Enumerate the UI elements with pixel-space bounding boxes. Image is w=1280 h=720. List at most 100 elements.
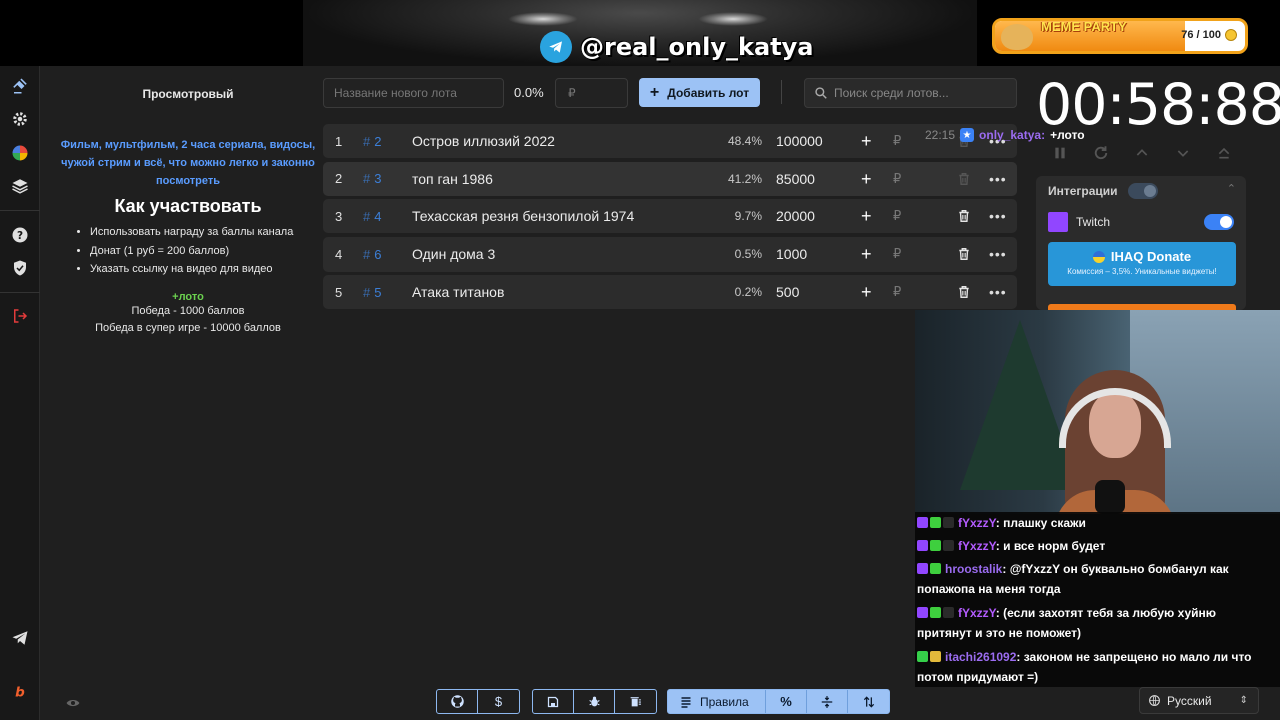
- lot-index: 1: [335, 133, 343, 149]
- coin-icon: [1225, 29, 1237, 41]
- add-amount-icon[interactable]: +: [861, 207, 872, 225]
- ruble-icon[interactable]: ₽: [893, 133, 901, 149]
- lot-name[interactable]: Один дома 3: [412, 246, 495, 262]
- lot-name[interactable]: Атака титанов: [412, 284, 504, 300]
- search-input[interactable]: [834, 86, 1014, 100]
- microphone: [1095, 480, 1125, 514]
- chat-username[interactable]: fYxzzY: [958, 516, 996, 530]
- prize-text: Победа - 1000 баллов: [131, 304, 245, 317]
- lot-amount[interactable]: 85000: [776, 171, 815, 187]
- layers-icon[interactable]: [8, 174, 32, 198]
- lot-index: 2: [335, 171, 343, 186]
- shield-icon[interactable]: [8, 256, 32, 280]
- new-lot-amount-input[interactable]: [555, 78, 628, 108]
- new-lot-name-input[interactable]: [323, 78, 504, 108]
- pause-icon[interactable]: [1051, 144, 1069, 162]
- lot-id[interactable]: #2: [363, 134, 381, 149]
- lot-row[interactable]: 3 #4 Техасская резня бензопилой 1974 9.7% 20…: [323, 199, 1017, 233]
- more-icon[interactable]: •••: [989, 246, 1007, 262]
- chevron-up-icon[interactable]: [1133, 144, 1151, 162]
- more-icon[interactable]: •••: [989, 208, 1007, 224]
- language-select[interactable]: Русский ⇕: [1139, 687, 1259, 714]
- add-amount-icon[interactable]: +: [861, 283, 872, 301]
- rules-list-item: Использовать награду за баллы канала: [90, 223, 316, 242]
- lot-row[interactable]: 2 #3 топ ган 1986 41.2% 85000 + ₽ •••: [323, 161, 1017, 196]
- lot-amount[interactable]: 100000: [776, 133, 823, 149]
- clear-all-icon[interactable]: [615, 690, 656, 713]
- bug-icon[interactable]: [574, 690, 615, 713]
- compact-icon[interactable]: [807, 690, 848, 713]
- add-amount-icon[interactable]: +: [861, 132, 872, 150]
- ruble-icon[interactable]: ₽: [893, 284, 901, 300]
- lot-name[interactable]: Техасская резня бензопилой 1974: [412, 208, 634, 224]
- plus-icon: +: [649, 83, 660, 101]
- lot-index: 4: [335, 246, 343, 262]
- trash-icon[interactable]: [957, 171, 971, 187]
- list-icon: [681, 696, 691, 708]
- chat-username[interactable]: itachi261092: [945, 650, 1016, 664]
- lot-row[interactable]: 4 #6 Один дома 3 0.5% 1000 + ₽ •••: [323, 236, 1017, 272]
- chat-command: +лото: [172, 290, 204, 303]
- double-chevron-up-icon[interactable]: [1215, 144, 1233, 162]
- lot-amount[interactable]: 20000: [776, 208, 815, 224]
- chat-username[interactable]: fYxzzY: [958, 606, 996, 620]
- auction-info-panel: Просмотровый Фильм, мультфильм, 2 часа с…: [60, 66, 316, 338]
- trash-icon[interactable]: [957, 284, 971, 300]
- lot-row[interactable]: 5 #5 Атака титанов 0.2% 500 + ₽ •••: [323, 275, 1017, 309]
- lot-amount[interactable]: 500: [776, 284, 799, 300]
- chevron-down-icon[interactable]: [1174, 144, 1192, 162]
- christmas-tree: [960, 320, 1080, 490]
- sort-icon[interactable]: [848, 690, 889, 713]
- logout-icon[interactable]: [8, 304, 32, 328]
- gear-icon[interactable]: [8, 107, 32, 131]
- lot-id[interactable]: #6: [363, 247, 381, 262]
- restart-icon[interactable]: [1092, 144, 1110, 162]
- help-icon[interactable]: ?: [8, 223, 32, 247]
- ruble-icon[interactable]: ₽: [893, 171, 901, 187]
- percent-icon[interactable]: %: [766, 690, 807, 713]
- integrations-title: Интеграции: [1048, 184, 1118, 198]
- lot-search[interactable]: [804, 78, 1017, 108]
- new-lot-percent: 0.0%: [514, 85, 544, 100]
- eye-icon[interactable]: [66, 697, 80, 709]
- save-icon[interactable]: [533, 690, 574, 713]
- dollar-icon[interactable]: $: [478, 690, 519, 713]
- twitch-toggle[interactable]: [1204, 214, 1234, 230]
- lot-name[interactable]: топ ган 1986: [412, 171, 493, 187]
- view-group: Правила %: [667, 689, 890, 714]
- add-lot-button[interactable]: + Добавить лот: [639, 78, 760, 107]
- chat-message: fYxzzY: (если захотят тебя за любую хуйн…: [917, 604, 1267, 643]
- lot-id[interactable]: #5: [363, 285, 381, 300]
- trash-icon[interactable]: [957, 208, 971, 224]
- chat-username[interactable]: fYxzzY: [958, 539, 996, 553]
- ruble-icon[interactable]: ₽: [893, 246, 901, 262]
- more-icon[interactable]: •••: [989, 284, 1007, 300]
- collapse-icon[interactable]: ⌃: [1227, 182, 1236, 195]
- lot-name[interactable]: Остров иллюзий 2022: [412, 133, 555, 149]
- gavel-icon[interactable]: [8, 74, 32, 98]
- rules-button[interactable]: Правила: [668, 690, 766, 713]
- more-icon[interactable]: •••: [989, 171, 1007, 187]
- chat-message: itachi261092: законом не запрещено но ма…: [917, 648, 1267, 687]
- add-amount-icon[interactable]: +: [861, 170, 872, 188]
- lot-id[interactable]: #3: [363, 171, 381, 186]
- lot-amount[interactable]: 1000: [776, 246, 807, 262]
- twitch-icon: [1048, 212, 1068, 232]
- trash-icon[interactable]: [957, 246, 971, 262]
- ruble-icon[interactable]: ₽: [893, 208, 901, 224]
- chat-badge-icon: [917, 540, 928, 551]
- lot-id[interactable]: #4: [363, 209, 381, 224]
- add-amount-icon[interactable]: +: [861, 245, 872, 263]
- lot-row[interactable]: 1 #2 Остров иллюзий 2022 48.4% 100000 + ₽ •••: [323, 124, 1017, 158]
- boosty-icon[interactable]: b: [8, 679, 32, 703]
- chat-overlay-line: 22:15 ★ only_katya: +лото: [925, 128, 1085, 142]
- github-icon[interactable]: [437, 690, 478, 713]
- telegram-link-icon[interactable]: [8, 626, 32, 650]
- donate-integration-button[interactable]: IHAQ Donate Комиссия – 3,5%. Уникальные …: [1048, 242, 1236, 286]
- pie-chart-icon[interactable]: [8, 141, 32, 165]
- chat-username[interactable]: hroostalik: [945, 562, 1002, 576]
- sidebar: ? b: [0, 66, 40, 720]
- integrations-toggle[interactable]: [1128, 183, 1158, 199]
- chat-text: : плашку скажи: [995, 516, 1086, 530]
- star-icon: ★: [960, 128, 975, 142]
